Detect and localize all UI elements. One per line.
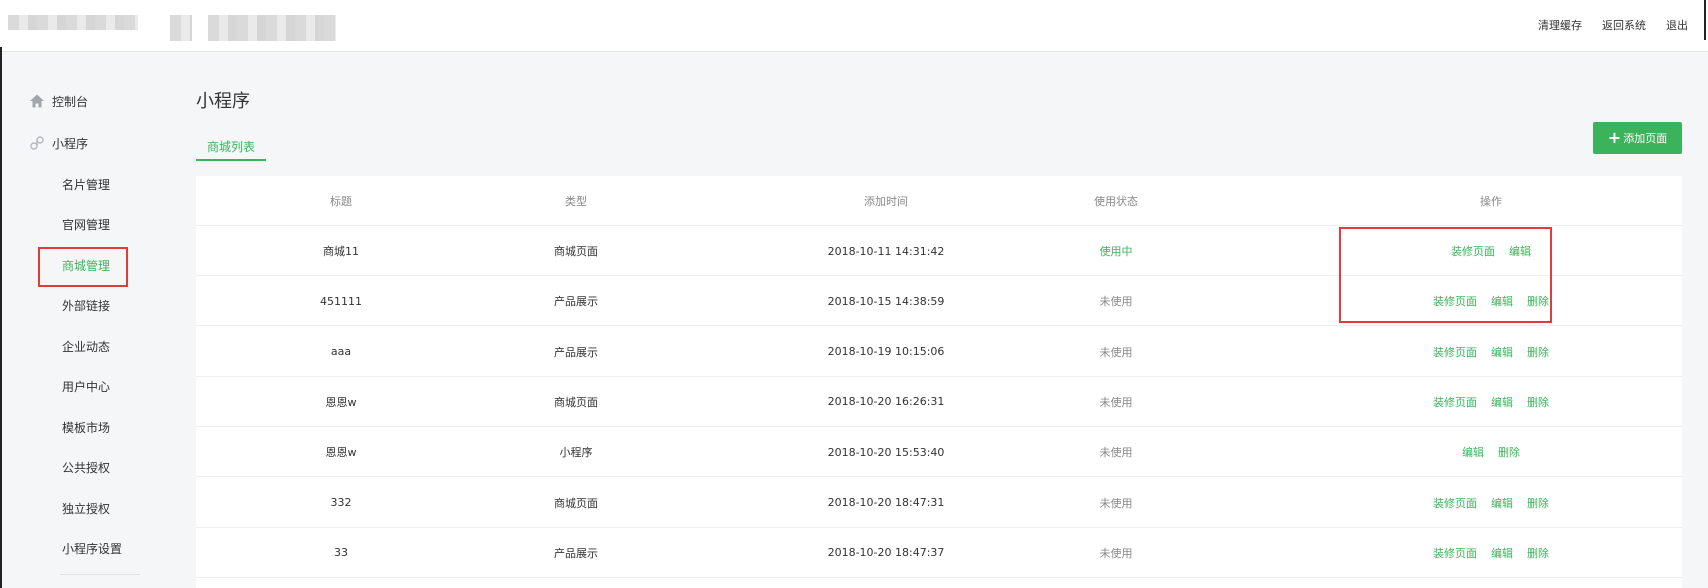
column-header-time: 添加时间 — [864, 195, 908, 208]
row-title: 451111 — [320, 294, 362, 308]
delete-link[interactable]: 删除 — [1527, 344, 1549, 360]
tab-mall-list[interactable]: 商城列表 — [196, 132, 266, 161]
row-actions: 装修页面 编辑 删除 — [1346, 377, 1636, 427]
sidebar-section-label: 小程序 — [52, 136, 89, 151]
sidebar-item-mall-management[interactable]: 商城管理 — [0, 245, 170, 287]
row-type: 产品展示 — [554, 345, 598, 359]
row-time: 2018-10-15 14:38:59 — [827, 294, 945, 308]
edit-link[interactable]: 编辑 — [1491, 545, 1513, 561]
delete-link[interactable]: 删除 — [1527, 394, 1549, 410]
table-row: aaa 产品展示 2018-10-19 10:15:06 未使用 装修页面 编辑 删除 — [196, 327, 1682, 377]
row-title: 332 — [330, 496, 352, 509]
annotation-highlight-box — [1339, 227, 1552, 323]
row-time: 2018-10-20 16:26:31 — [827, 395, 945, 409]
row-title: 33 — [334, 546, 348, 560]
delete-link[interactable]: 删除 — [1527, 495, 1549, 511]
table-row: 33 产品展示 2018-10-20 18:47:37 未使用 装修页面 编辑 删除 — [196, 528, 1682, 578]
row-type: 商城页面 — [554, 245, 598, 258]
row-time: 2018-10-11 14:31:42 — [827, 244, 945, 258]
row-type: 商城页面 — [554, 496, 598, 510]
row-status: 使用中 — [1099, 245, 1133, 258]
sidebar: 控制台 小程序 名片管理 官网管理 商城管理 外部链接 企业动态 用户中心 模板… — [0, 80, 170, 575]
row-title: 商城11 — [323, 245, 359, 258]
row-status: 未使用 — [1099, 345, 1133, 359]
sidebar-section-miniprogram[interactable]: 小程序 — [0, 122, 170, 164]
edit-link[interactable]: 编辑 — [1491, 394, 1513, 410]
redacted-logo — [8, 15, 138, 30]
miniprogram-icon — [28, 134, 46, 152]
sidebar-item-miniprogram-settings[interactable]: 小程序设置 — [0, 529, 170, 570]
row-time: 2018-10-20 18:47:37 — [827, 546, 945, 560]
decorate-page-link[interactable]: 装修页面 — [1433, 545, 1477, 561]
row-type: 商城页面 — [554, 395, 598, 409]
row-status: 未使用 — [1099, 546, 1133, 560]
sidebar-item-card-management[interactable]: 名片管理 — [0, 164, 170, 205]
home-icon — [28, 92, 46, 110]
sidebar-item-independent-authorization[interactable]: 独立授权 — [0, 488, 170, 529]
row-time: 2018-10-20 15:53:40 — [827, 445, 945, 459]
row-time: 2018-10-19 10:15:06 — [827, 345, 945, 359]
row-title: aaa — [330, 345, 352, 359]
delete-link[interactable]: 删除 — [1498, 444, 1520, 460]
decorate-page-link[interactable]: 装修页面 — [1433, 344, 1477, 360]
window-edge-right — [1704, 0, 1706, 40]
row-title: 恩恩w — [325, 395, 357, 409]
column-header-title: 标题 — [330, 195, 352, 208]
row-actions: 装修页面 编辑 删除 — [1346, 478, 1636, 528]
sidebar-item-website-management[interactable]: 官网管理 — [0, 205, 170, 246]
redacted-account-name — [208, 15, 336, 41]
table-row: 332 商城页面 2018-10-20 18:47:31 未使用 装修页面 编辑 删除 — [196, 478, 1682, 528]
row-type: 产品展示 — [554, 295, 598, 309]
row-status: 未使用 — [1099, 395, 1133, 409]
column-header-type: 类型 — [565, 195, 587, 208]
column-header-actions: 操作 — [1480, 195, 1502, 208]
top-bar: 清理缓存 返回系统 退出 — [0, 0, 1708, 52]
row-actions: 装修页面 编辑 删除 — [1346, 528, 1636, 578]
table-row: 恩恩w 商城页面 2018-10-20 16:26:31 未使用 装修页面 编辑 删除 — [196, 377, 1682, 427]
edit-link[interactable]: 编辑 — [1462, 444, 1484, 460]
logout-link[interactable]: 退出 — [1666, 17, 1688, 33]
row-time: 2018-10-20 18:47:31 — [827, 496, 945, 509]
add-page-label: 添加页面 — [1623, 132, 1668, 145]
edit-link[interactable]: 编辑 — [1491, 344, 1513, 360]
row-title: 恩恩w — [325, 446, 357, 460]
sidebar-item-user-center[interactable]: 用户中心 — [0, 367, 170, 408]
row-actions: 装修页面 编辑 删除 — [1346, 327, 1636, 377]
row-actions: 编辑 删除 — [1346, 427, 1636, 477]
sidebar-item-console[interactable]: 控制台 — [0, 80, 170, 122]
return-system-link[interactable]: 返回系统 — [1602, 17, 1646, 33]
page-title: 小程序 — [196, 91, 250, 112]
row-type: 产品展示 — [554, 546, 598, 560]
row-type: 小程序 — [559, 446, 593, 460]
edit-link[interactable]: 编辑 — [1491, 495, 1513, 511]
row-status: 未使用 — [1099, 295, 1133, 309]
clear-cache-link[interactable]: 清理缓存 — [1538, 17, 1582, 33]
sidebar-item-public-authorization[interactable]: 公共授权 — [0, 448, 170, 489]
plus-icon: + — [1607, 128, 1622, 147]
row-status: 未使用 — [1099, 496, 1133, 510]
delete-link[interactable]: 删除 — [1527, 545, 1549, 561]
sidebar-item-external-links[interactable]: 外部链接 — [0, 286, 170, 327]
add-page-button[interactable]: + 添加页面 — [1593, 122, 1682, 154]
row-status: 未使用 — [1099, 446, 1133, 460]
table-header-row: 标题 类型 添加时间 使用状态 操作 — [196, 176, 1682, 226]
decorate-page-link[interactable]: 装修页面 — [1433, 495, 1477, 511]
redacted-avatar — [170, 15, 192, 41]
sidebar-item-company-news[interactable]: 企业动态 — [0, 326, 170, 367]
sidebar-item-template-market[interactable]: 模板市场 — [0, 407, 170, 448]
sidebar-item-label: 控制台 — [52, 94, 89, 109]
table-row: 恩恩w 小程序 2018-10-20 15:53:40 未使用 编辑 删除 — [196, 427, 1682, 478]
sidebar-divider — [60, 569, 140, 575]
decorate-page-link[interactable]: 装修页面 — [1433, 394, 1477, 410]
column-header-status: 使用状态 — [1094, 195, 1138, 208]
top-actions: 清理缓存 返回系统 退出 — [1538, 17, 1688, 33]
